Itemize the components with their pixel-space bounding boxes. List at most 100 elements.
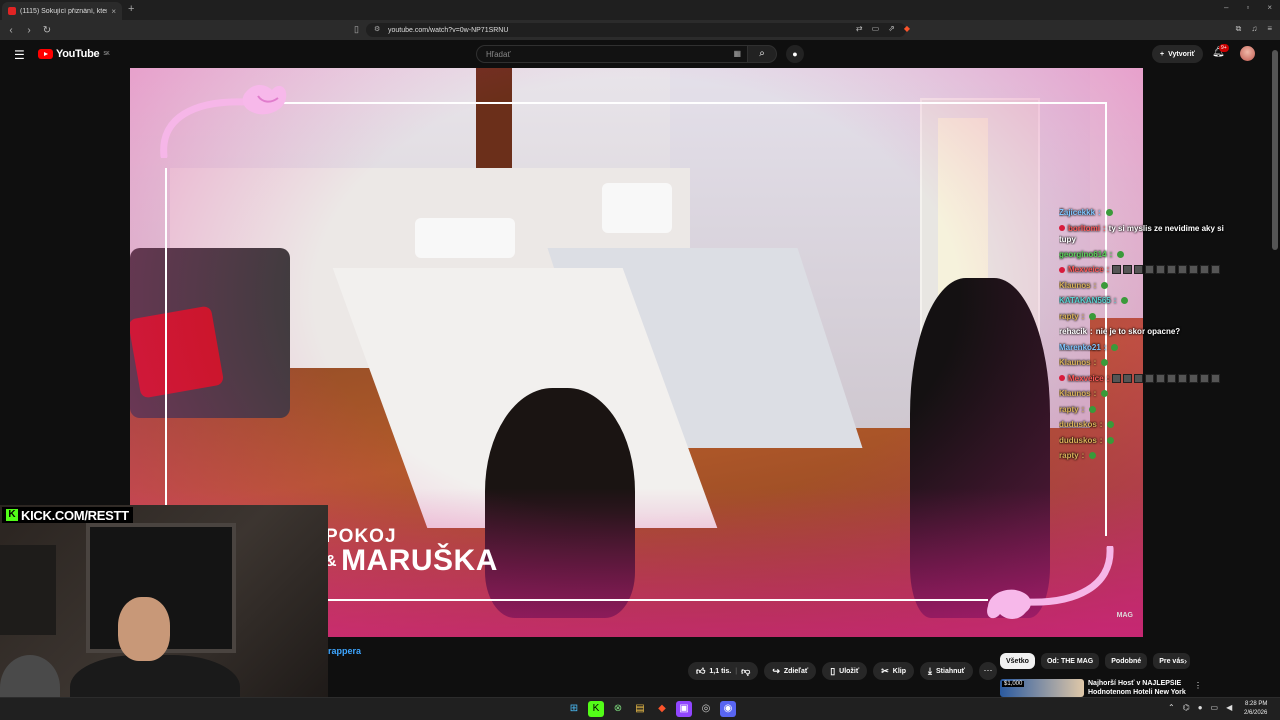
new-tab-button[interactable]: + <box>128 3 134 15</box>
share-page-icon[interactable]: ⇗ <box>888 24 895 33</box>
recommended-video[interactable]: $1,000 Najhorší Hosť v NAJLEPŠIE Hodnote… <box>1000 679 1202 697</box>
notifications-button[interactable]: 🔔︎ 9+ <box>1212 44 1229 58</box>
chat-username[interactable]: rapty <box>1059 451 1079 460</box>
chat-username[interactable]: Mexveice <box>1068 374 1104 383</box>
clip-button[interactable]: ✂ Klip <box>873 662 915 680</box>
network-icon[interactable]: ⌬ <box>1183 703 1190 712</box>
page-scrollbar[interactable] <box>1270 40 1280 694</box>
like-button[interactable]: 👍︎ 1,1 tis. | 👎︎ <box>688 662 759 680</box>
more-vert-icon[interactable]: ⋮ <box>1194 681 1202 690</box>
chat-emote-icon <box>1200 373 1210 383</box>
discord-icon[interactable]: ◉ <box>720 701 736 717</box>
room-name: & MARUŠKA <box>325 544 498 578</box>
site-info-icon[interactable]: ⚙ <box>374 25 380 33</box>
dislike-icon[interactable]: 👎︎ <box>741 666 750 677</box>
bookmark-icon[interactable]: ▯ <box>354 24 359 35</box>
youtube-logo[interactable]: YouTube SK <box>38 48 110 60</box>
search-input[interactable]: Hľadať ▦ <box>476 45 748 63</box>
maximize-icon[interactable]: ▫ <box>1246 3 1249 12</box>
recommended-title[interactable]: Najhorší Hosť v NAJLEPŠIE Hodnotenom Hot… <box>1088 679 1188 697</box>
address-toolbar: ‹ › ↻ ▯ ⚙ youtube.com/watch?v=0w-NP71SRN… <box>0 20 1280 40</box>
create-button[interactable]: + Vytvoriť <box>1152 45 1203 63</box>
twitch-icon[interactable]: ▣ <box>676 701 692 717</box>
tray-chevron-icon[interactable]: ⌃ <box>1168 703 1175 712</box>
more-actions-button[interactable]: ⋯ <box>979 662 998 680</box>
file-explorer-icon[interactable]: ▤ <box>632 701 648 717</box>
chat-username[interactable]: rapty <box>1059 405 1079 414</box>
channel-link[interactable]: rappera <box>328 646 361 656</box>
webcam-person-head <box>118 597 170 661</box>
share-button[interactable]: ↪ Zdieľať <box>764 662 817 680</box>
chat-username[interactable]: borltomi <box>1068 224 1100 233</box>
close-window-icon[interactable]: × <box>1267 3 1272 12</box>
chat-username[interactable]: duduskos <box>1059 436 1097 445</box>
channel-watermark: MAG <box>1116 612 1133 619</box>
scrollbar-thumb[interactable] <box>1272 50 1278 250</box>
chat-username[interactable]: rehacik <box>1059 327 1087 336</box>
chat-emote-icon <box>1101 390 1109 398</box>
avatar[interactable] <box>1240 46 1255 61</box>
chat-emote-icon <box>1145 265 1155 275</box>
minimize-icon[interactable]: – <box>1224 3 1228 12</box>
chat-username[interactable]: Klaunos <box>1059 358 1091 367</box>
clip-label: Klip <box>892 667 907 675</box>
menu-icon[interactable]: ☰ <box>14 48 25 62</box>
back-icon[interactable]: ‹ <box>4 25 18 36</box>
share-icon: ↪ <box>772 665 780 676</box>
chat-message: Klaunos: <box>1059 386 1229 402</box>
recommended-thumbnail[interactable]: $1,000 <box>1000 679 1084 697</box>
chat-username[interactable]: Klaunos <box>1059 389 1091 398</box>
chat-username[interactable]: rapty <box>1059 312 1079 321</box>
mic-tray-icon[interactable]: ● <box>1198 703 1203 712</box>
search-placeholder: Hľadať <box>486 49 511 59</box>
chat-username[interactable]: Zajicekkk <box>1059 208 1095 217</box>
chat-username[interactable]: KATAKAN565 <box>1059 296 1111 305</box>
media-icon[interactable]: ♫ <box>1251 24 1257 34</box>
chat-username[interactable]: Klaunos <box>1059 281 1091 290</box>
chat-emote-icon <box>1089 312 1097 320</box>
reload-icon[interactable]: ↻ <box>40 25 54 36</box>
chat-username[interactable]: duduskos <box>1059 420 1097 429</box>
obs-icon[interactable]: ◎ <box>698 701 714 717</box>
taskbar-clock[interactable]: 8:28 PM 2/6/2026 <box>1244 700 1267 718</box>
translate-icon[interactable]: ⇄ <box>856 24 863 33</box>
webcam-shelf <box>0 545 56 635</box>
mic-button[interactable]: ● <box>786 45 804 63</box>
close-tab-icon[interactable]: × <box>111 7 116 16</box>
display-icon[interactable]: ▭ <box>1211 703 1219 712</box>
forward-icon[interactable]: › <box>22 25 36 36</box>
cast-icon[interactable]: ▭ <box>872 24 880 33</box>
chip-all[interactable]: Všetko <box>1000 653 1035 669</box>
xbox-icon[interactable]: ⊗ <box>610 701 626 717</box>
brave-shield-icon[interactable]: ◆ <box>904 24 910 33</box>
chat-message: Klaunos: <box>1059 355 1229 371</box>
chat-username[interactable]: Mexveice <box>1068 265 1104 274</box>
chat-emote-icon <box>1101 281 1109 289</box>
save-button[interactable]: ▯ Uložiť <box>822 662 868 680</box>
chat-badge-icon <box>1059 375 1065 382</box>
browser-menu-icon[interactable]: ≡ <box>1267 24 1272 34</box>
download-button[interactable]: ⤓ Stiahnuť <box>920 662 974 680</box>
chat-badge-icon <box>1059 225 1065 232</box>
download-label: Stiahnuť <box>936 667 966 675</box>
chat-username[interactable]: georgino614 <box>1059 250 1107 259</box>
chip-from-channel[interactable]: Od: THE MAG <box>1040 653 1100 669</box>
keyboard-icon[interactable]: ▦ <box>733 49 741 58</box>
chat-message: rapty: <box>1059 448 1229 464</box>
more-icon: ⋯ <box>983 665 993 675</box>
chat-username[interactable]: Marenko21 <box>1059 343 1101 352</box>
search-button[interactable]: ⌕ <box>747 45 777 63</box>
kick-banner-text: KICK.COM/RESTT <box>21 507 129 523</box>
browser-tab[interactable]: (1115) Šokující přiznání, které × <box>2 2 122 20</box>
brave-icon[interactable]: ◆ <box>654 701 670 717</box>
region-code: SK <box>103 51 110 57</box>
windows-taskbar: ⊞ K ⊗ ▤ ◆ ▣ ◎ ◉ ⌃ ⌬ ● ▭ ◀ 8:28 PM 2/6/20… <box>0 697 1280 720</box>
url-field[interactable]: ⚙ youtube.com/watch?v=0w-NP71SRNU <box>366 23 906 37</box>
kick-app-icon[interactable]: K <box>588 701 604 717</box>
windows-start-icon[interactable]: ⊞ <box>566 701 582 717</box>
chevron-right-icon[interactable]: › <box>1184 656 1187 666</box>
volume-icon[interactable]: ◀ <box>1226 703 1232 712</box>
chip-related[interactable]: Podobné <box>1105 653 1148 669</box>
chat-emote-icon <box>1123 373 1133 383</box>
extensions-icon[interactable]: ⧉ <box>1236 24 1242 34</box>
